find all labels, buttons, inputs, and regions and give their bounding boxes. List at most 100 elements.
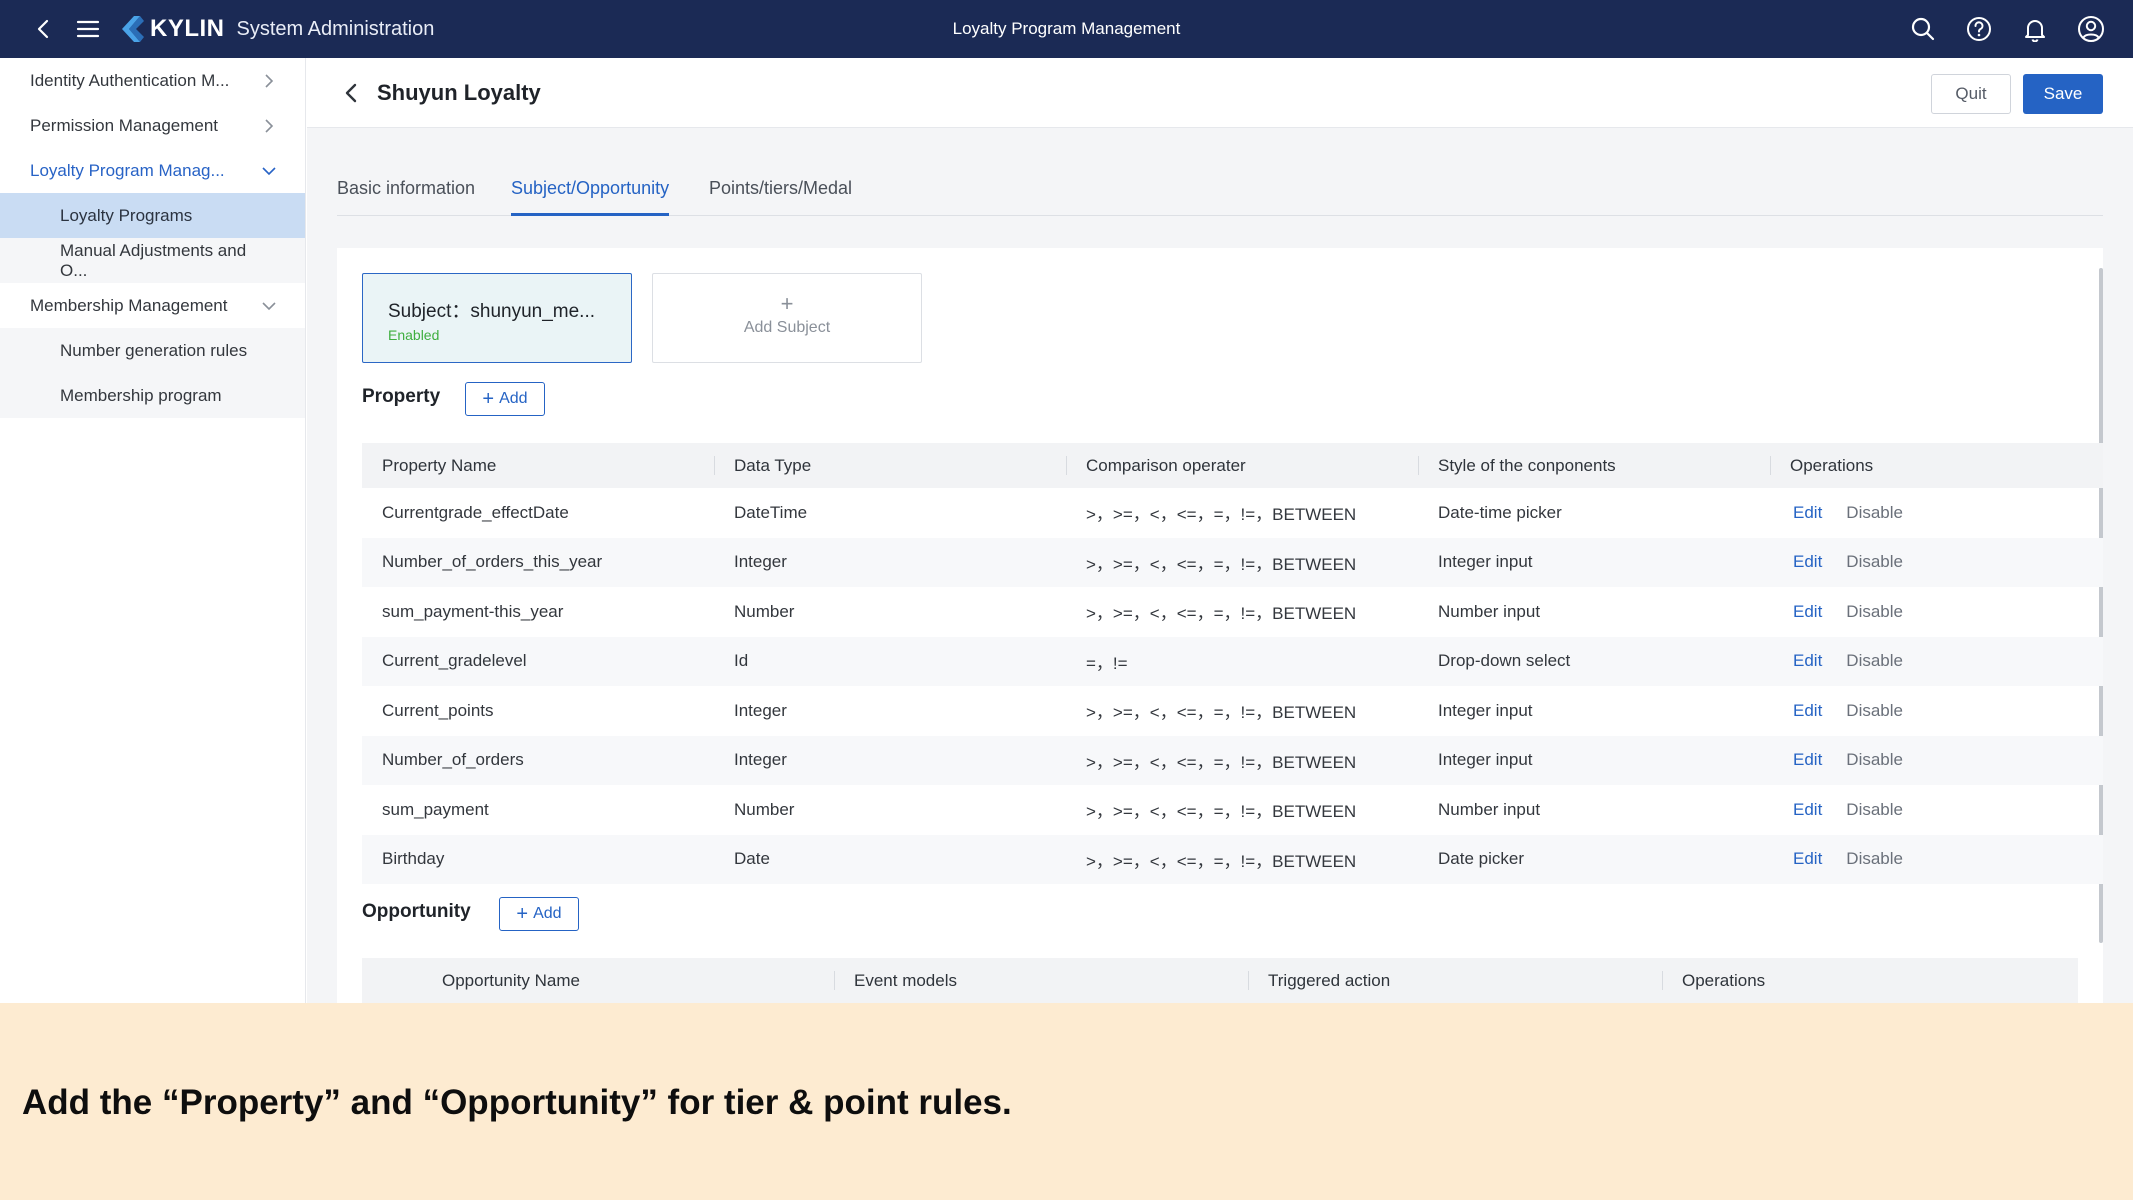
brand-name: KYLIN xyxy=(150,15,225,42)
data-type-cell: Id xyxy=(734,651,749,671)
edit-link[interactable]: Edit xyxy=(1793,503,1822,522)
brand[interactable]: KYLIN System Administration xyxy=(118,15,434,43)
subject-title: Subject：shunyun_me... xyxy=(388,301,596,322)
edit-link[interactable]: Edit xyxy=(1793,651,1822,670)
component-style-cell: Integer input xyxy=(1438,700,1533,720)
sidebar: Identity Authentication M... Permission … xyxy=(0,58,306,1003)
operations-cell: Edit Disable xyxy=(1770,849,2103,869)
disable-link[interactable]: Disable xyxy=(1846,849,1903,868)
save-button[interactable]: Save xyxy=(2023,74,2103,114)
sidebar-item-label: Identity Authentication M... xyxy=(30,70,230,90)
tab-basic-information[interactable]: Basic information xyxy=(337,178,475,199)
sidebar-item-membership-management[interactable]: Membership Management xyxy=(0,283,305,328)
page-header: Shuyun Loyalty Quit Save xyxy=(307,58,2133,128)
disable-link[interactable]: Disable xyxy=(1846,602,1903,621)
disable-link[interactable]: Disable xyxy=(1846,701,1903,720)
plus-icon: + xyxy=(482,388,495,410)
disable-link[interactable]: Disable xyxy=(1846,552,1903,571)
toolbar-icons xyxy=(1903,9,2111,49)
comparison-operator-cell: >，>=，<，<=，=，!=，BETWEEN xyxy=(1086,604,1357,624)
component-style-cell: Drop-down select xyxy=(1438,651,1571,671)
comparison-operator-cell: >，>=，<，<=，=，!=，BETWEEN xyxy=(1086,752,1357,772)
sidebar-item-permission-management[interactable]: Permission Management xyxy=(0,103,305,148)
back-icon[interactable] xyxy=(24,9,64,49)
property-table-header: Property Name Data Type Comparison opera… xyxy=(362,443,2103,488)
sidebar-item-membership-program[interactable]: Membership program xyxy=(0,373,305,418)
edit-link[interactable]: Edit xyxy=(1793,849,1822,868)
add-subject-button[interactable]: + Add Subject xyxy=(652,273,922,363)
table-row: sum_payment-this_year Number >，>=，<，<=，=，!… xyxy=(362,587,2103,637)
back-arrow-icon[interactable] xyxy=(337,78,367,108)
comparison-operator-cell: >，>=，<，<=，=，!=，BETWEEN xyxy=(1086,802,1357,822)
property-table: Property Name Data Type Comparison opera… xyxy=(362,443,2103,884)
sidebar-item-label: Membership program xyxy=(60,385,222,405)
operations-cell: Edit Disable xyxy=(1770,503,2103,523)
comparison-operator-cell: =，!= xyxy=(1086,653,1128,673)
data-type-cell: Number xyxy=(734,799,795,819)
tab-points-tiers-medal[interactable]: Points/tiers/Medal xyxy=(709,178,852,199)
comparison-operator-cell: >，>=，<，<=，=，!=，BETWEEN xyxy=(1086,851,1357,871)
opportunity-section-title: Opportunity xyxy=(362,901,471,922)
column-header-opportunity-operations: Operations xyxy=(1662,958,2078,1003)
disable-link[interactable]: Disable xyxy=(1846,800,1903,819)
chevron-down-icon xyxy=(262,166,276,175)
sidebar-item-label: Permission Management xyxy=(30,115,219,135)
add-property-button[interactable]: + Add xyxy=(465,382,545,416)
subject-card[interactable]: Subject：shunyun_me... Enabled xyxy=(362,273,632,363)
bell-icon[interactable] xyxy=(2015,9,2055,49)
sidebar-item-identity-authentication[interactable]: Identity Authentication M... xyxy=(0,58,305,103)
column-header-event-models: Event models xyxy=(834,958,1248,1003)
operations-cell: Edit Disable xyxy=(1770,701,2103,721)
sidebar-item-manual-adjustments[interactable]: Manual Adjustments and O... xyxy=(0,238,305,283)
edit-link[interactable]: Edit xyxy=(1793,800,1822,819)
data-type-cell: Date xyxy=(734,849,770,869)
disable-link[interactable]: Disable xyxy=(1846,651,1903,670)
table-row: Current_gradelevel Id =，!= Drop-down select… xyxy=(362,636,2103,686)
tab-subject-opportunity[interactable]: Subject/Opportunity xyxy=(511,178,669,199)
chevron-right-icon xyxy=(265,73,274,88)
table-row: Number_of_orders_this_year Integer >，>=，<，… xyxy=(362,537,2103,587)
page-title: Shuyun Loyalty xyxy=(377,79,541,105)
data-type-cell: Integer xyxy=(734,750,787,770)
chevron-right-icon xyxy=(265,118,274,133)
component-style-cell: Number input xyxy=(1438,799,1541,819)
add-subject-label: Add Subject xyxy=(743,319,831,336)
chevron-down-icon xyxy=(262,301,276,310)
kylin-logo-icon xyxy=(122,16,144,42)
data-type-cell: Integer xyxy=(734,700,787,720)
disable-link[interactable]: Disable xyxy=(1846,750,1903,769)
operations-cell: Edit Disable xyxy=(1770,552,2103,572)
property-section-title: Property xyxy=(362,386,441,407)
user-avatar-icon[interactable] xyxy=(2071,9,2111,49)
help-icon[interactable] xyxy=(1959,9,1999,49)
column-header-property-name: Property Name xyxy=(382,455,497,475)
column-header-operations: Operations xyxy=(1770,443,2103,488)
instruction-caption: Add the “Property” and “Opportunity” for… xyxy=(0,1003,2133,1200)
sidebar-item-number-generation-rules[interactable]: Number generation rules xyxy=(0,328,305,373)
property-name-cell: Current_gradelevel xyxy=(382,651,527,671)
column-header-component-style: Style of the conponents xyxy=(1418,443,1770,488)
column-header-comparison-operator: Comparison operater xyxy=(1066,443,1418,488)
plus-icon: + xyxy=(516,903,529,925)
search-icon[interactable] xyxy=(1903,9,1943,49)
edit-link[interactable]: Edit xyxy=(1793,552,1822,571)
sidebar-item-label: Membership Management xyxy=(30,295,228,315)
main-content: Shuyun Loyalty Quit Save Basic informati… xyxy=(307,58,2133,1003)
component-style-cell: Number input xyxy=(1438,601,1541,621)
caption-text: Add the “Property” and “Opportunity” for… xyxy=(22,1083,1012,1122)
quit-button[interactable]: Quit xyxy=(1931,74,2011,114)
property-table-body: Currentgrade_effectDate DateTime >，>=，<，<=… xyxy=(362,488,2103,884)
sidebar-item-loyalty-programs[interactable]: Loyalty Programs xyxy=(0,193,305,238)
edit-link[interactable]: Edit xyxy=(1793,750,1822,769)
add-opportunity-button[interactable]: + Add xyxy=(499,897,579,931)
sidebar-item-loyalty-program-management[interactable]: Loyalty Program Manag... xyxy=(0,148,305,193)
operations-cell: Edit Disable xyxy=(1770,800,2103,820)
table-row: Current_points Integer >，>=，<，<=，=，!=，BETW… xyxy=(362,686,2103,736)
operations-cell: Edit Disable xyxy=(1770,602,2103,622)
disable-link[interactable]: Disable xyxy=(1846,503,1903,522)
table-row: Currentgrade_effectDate DateTime >，>=，<，<=… xyxy=(362,488,2103,538)
edit-link[interactable]: Edit xyxy=(1793,701,1822,720)
edit-link[interactable]: Edit xyxy=(1793,602,1822,621)
hamburger-menu-icon[interactable] xyxy=(68,9,108,49)
add-property-label: Add xyxy=(499,390,528,407)
